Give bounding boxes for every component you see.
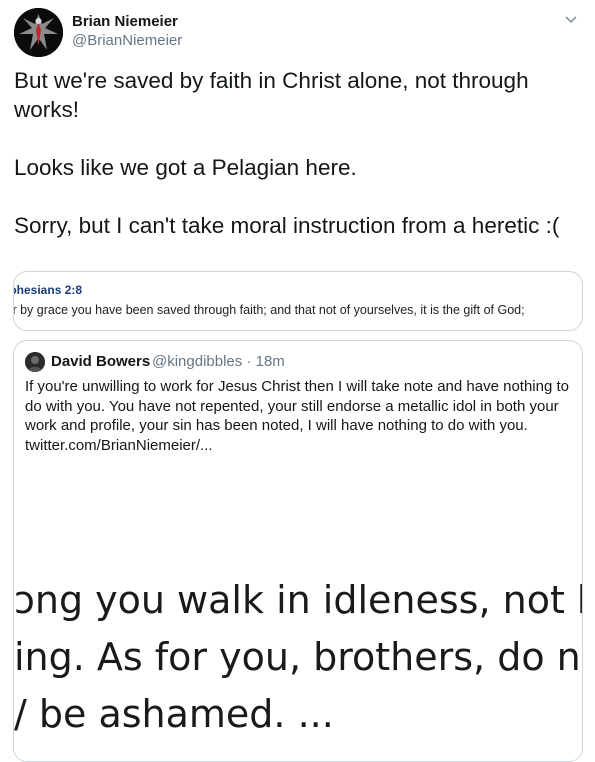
- image-text-line-3: / be ashamed. ...: [14, 692, 334, 736]
- handle[interactable]: @BrianNiemeier: [72, 31, 182, 51]
- quoted-meta: @kingdibbles · 18m: [152, 352, 285, 371]
- verse-reference: ɔhesians 2:8: [13, 283, 83, 297]
- quoted-handle[interactable]: @kingdibbles: [152, 353, 242, 370]
- chevron-down-icon[interactable]: [564, 12, 578, 26]
- quoted-time[interactable]: 18m: [256, 353, 285, 370]
- meta-separator: ·: [246, 353, 252, 370]
- display-name[interactable]: Brian Niemeier: [72, 12, 182, 31]
- verse-text: ɪr by grace you have been saved through …: [13, 303, 525, 317]
- quoted-link[interactable]: twitter.com/BrianNiemeier/...: [25, 437, 213, 454]
- tweet-header: Brian Niemeier @BrianNiemeier: [14, 8, 584, 58]
- quoted-avatar[interactable]: [25, 352, 45, 372]
- quoted-tweet[interactable]: David Bowers @kingdibbles · 18m If you'r…: [13, 340, 583, 762]
- image-text-line-2: ing. As for you, brothers, do n: [14, 635, 581, 679]
- tweet-body: But we're saved by faith in Christ alone…: [14, 68, 560, 238]
- name-block: Brian Niemeier @BrianNiemeier: [72, 12, 182, 51]
- quoted-display-name[interactable]: David Bowers: [51, 352, 150, 371]
- image-text-line-1: ɔng you walk in idleness, not b: [14, 578, 582, 622]
- quoted-text: If you're unwilling to work for Jesus Ch…: [25, 377, 573, 455]
- verse-card[interactable]: ɔhesians 2:8 ɪr by grace you have been s…: [13, 271, 583, 331]
- quoted-text-body: If you're unwilling to work for Jesus Ch…: [25, 378, 569, 434]
- quoted-image[interactable]: ɔng you walk in idleness, not b ing. As …: [14, 556, 582, 761]
- avatar[interactable]: [14, 8, 63, 57]
